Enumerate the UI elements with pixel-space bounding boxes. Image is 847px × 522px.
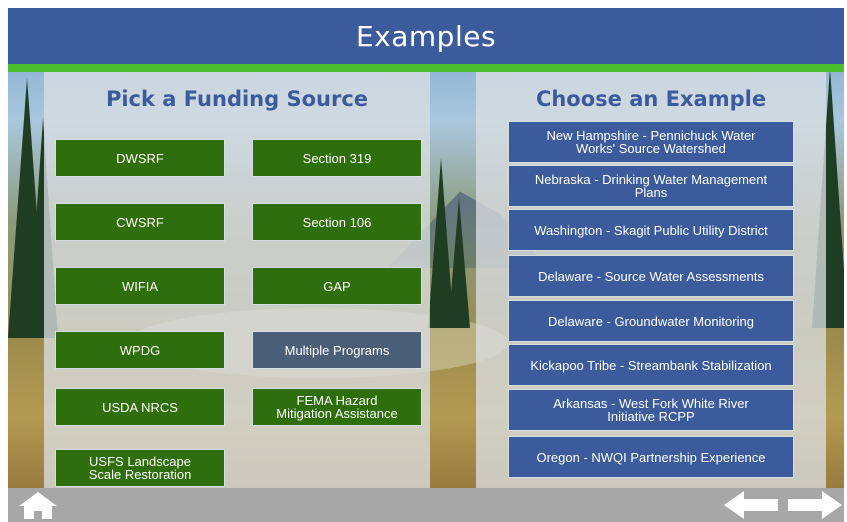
arrow-left-icon[interactable]: [724, 491, 778, 519]
example-button-new-hampshire[interactable]: New Hampshire - Pennichuck Water Works' …: [508, 121, 794, 163]
page-title: Examples: [355, 19, 497, 53]
app-screen: Examples Pick a Funding Source DWSRF Sec…: [8, 8, 844, 522]
fund-button-dwsrf[interactable]: DWSRF: [55, 139, 225, 177]
fund-button-usfs-landscape[interactable]: USFS Landscape Scale Restoration: [55, 449, 225, 487]
fund-button-wpdg[interactable]: WPDG: [55, 331, 225, 369]
example-button-arkansas[interactable]: Arkansas - West Fork White River Initiat…: [508, 389, 794, 431]
footer-bar: [8, 488, 844, 522]
example-button-delaware-groundwater[interactable]: Delaware - Groundwater Monitoring: [508, 300, 794, 342]
example-panel: Choose an Example New Hampshire - Pennic…: [476, 72, 826, 488]
example-button-oregon[interactable]: Oregon - NWQI Partnership Experience: [508, 436, 794, 478]
fund-button-fema-hazard[interactable]: FEMA Hazard Mitigation Assistance: [252, 388, 422, 426]
fund-button-gap[interactable]: GAP: [252, 267, 422, 305]
header-accent-bar: [8, 64, 844, 72]
example-button-delaware-assessments[interactable]: Delaware - Source Water Assessments: [508, 255, 794, 297]
header-bar: Examples: [8, 8, 844, 64]
example-button-nebraska[interactable]: Nebraska - Drinking Water Management Pla…: [508, 165, 794, 207]
fund-button-wifia[interactable]: WIFIA: [55, 267, 225, 305]
example-button-washington[interactable]: Washington - Skagit Public Utility Distr…: [508, 209, 794, 251]
fund-button-cwsrf[interactable]: CWSRF: [55, 203, 225, 241]
fund-button-multiple-programs[interactable]: Multiple Programs: [252, 331, 422, 369]
example-button-kickapoo[interactable]: Kickapoo Tribe - Streambank Stabilizatio…: [508, 344, 794, 386]
funding-source-panel: Pick a Funding Source DWSRF Section 319 …: [44, 72, 430, 488]
fund-button-section-106[interactable]: Section 106: [252, 203, 422, 241]
arrow-right-icon[interactable]: [788, 491, 842, 519]
fund-button-usda-nrcs[interactable]: USDA NRCS: [55, 388, 225, 426]
funding-source-title: Pick a Funding Source: [105, 87, 369, 111]
fund-button-section-319[interactable]: Section 319: [252, 139, 422, 177]
example-title: Choose an Example: [535, 87, 767, 111]
home-icon[interactable]: [16, 490, 60, 520]
